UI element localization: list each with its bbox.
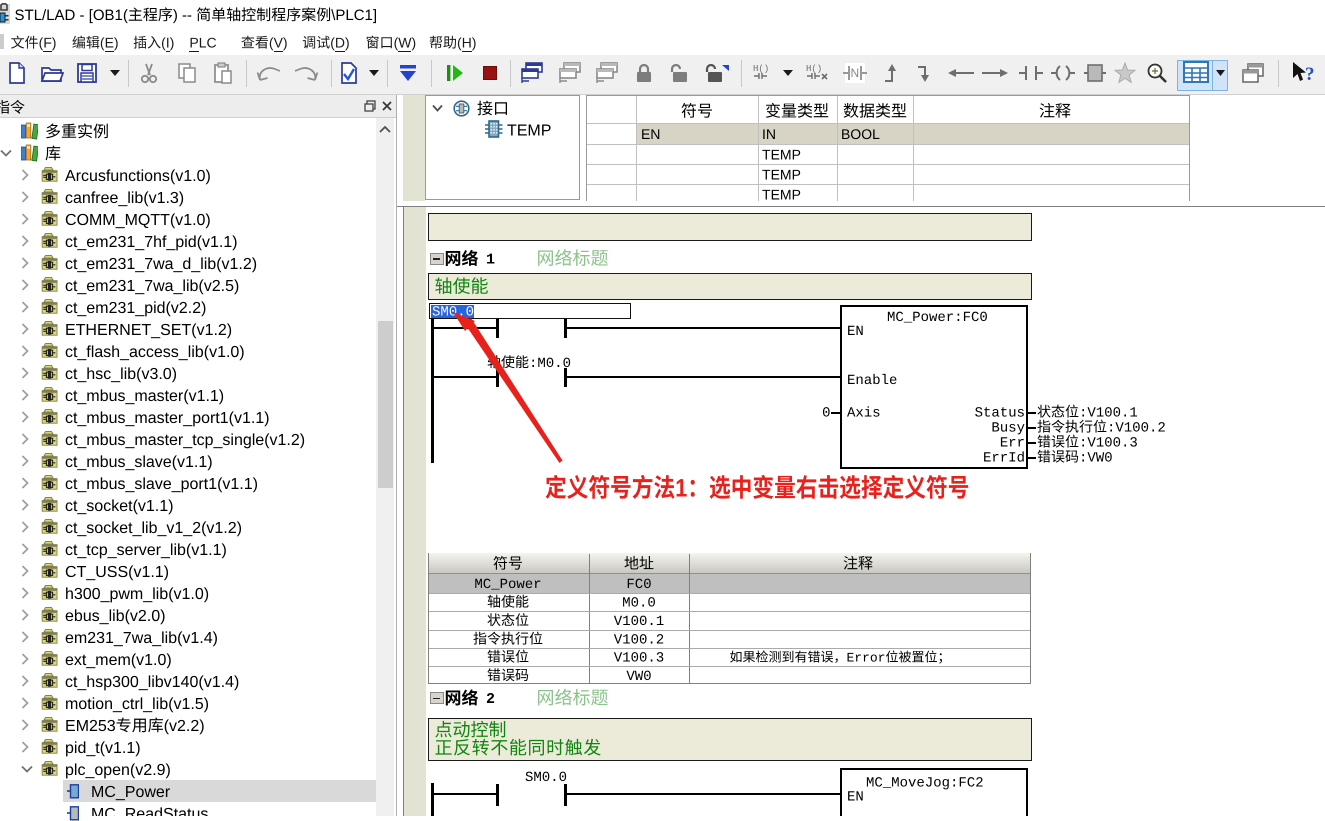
svg-text:H(): H() — [806, 64, 822, 74]
svg-text:N: N — [851, 66, 860, 80]
svg-text:H(): H() — [753, 64, 769, 74]
svg-text:?: ? — [1305, 64, 1315, 85]
